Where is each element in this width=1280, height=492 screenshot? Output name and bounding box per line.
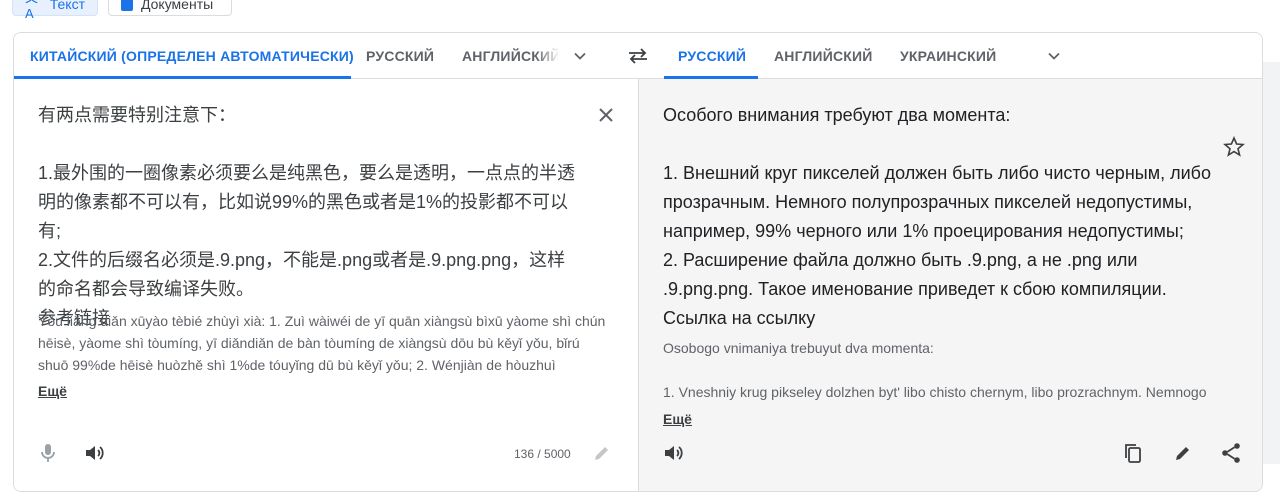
tab-target-russian[interactable]: РУССКИЙ [678, 33, 746, 78]
mode-text-button[interactable]: 文A Текст [12, 0, 98, 21]
character-counter: 136 / 5000 [514, 447, 571, 461]
speaker-icon[interactable] [82, 441, 106, 465]
mode-switcher: 文A Текст Документы [0, 0, 1280, 21]
document-icon [121, 0, 133, 11]
star-icon[interactable] [1222, 135, 1246, 159]
swap-languages-icon[interactable] [626, 46, 650, 66]
clear-text-icon[interactable] [596, 105, 616, 125]
translation-output: Особого внимания требуют два момента: 1.… [663, 105, 1211, 328]
edit-icon[interactable] [1171, 441, 1195, 465]
chevron-down-icon[interactable] [572, 48, 588, 64]
target-transliteration: Osobogo vnimaniya trebuyut dva momenta: … [663, 340, 1207, 400]
target-more-link[interactable]: Ещё [663, 411, 692, 427]
target-pane: Особого внимания требуют два момента: 1.… [638, 79, 1262, 491]
speaker-icon[interactable] [661, 441, 685, 465]
source-transliteration: Yǒu liǎng diǎn xūyào tèbié zhùyì xià: 1.… [38, 313, 606, 373]
translator-card: КИТАЙСКИЙ (ОПРЕДЕЛЕН АВТОМАТИЧЕСКИ) РУСС… [13, 32, 1263, 492]
tab-fade [536, 33, 560, 78]
copy-icon[interactable] [1121, 441, 1145, 465]
mode-docs-button[interactable]: Документы [108, 0, 232, 16]
mode-docs-label: Документы [141, 0, 214, 12]
tab-target-english[interactable]: АНГЛИЙСКИЙ [774, 33, 873, 78]
source-more-link[interactable]: Ещё [38, 383, 67, 399]
chevron-down-icon[interactable] [1046, 48, 1062, 64]
share-icon[interactable] [1219, 441, 1243, 465]
source-text-input[interactable]: 有两点需要特别注意下： 1.最外围的一圈像素必须要么是纯黑色，要么是透明，一点点… [38, 101, 578, 333]
tab-source-russian[interactable]: РУССКИЙ [366, 33, 434, 78]
tab-source-detected[interactable]: КИТАЙСКИЙ (ОПРЕДЕЛЕН АВТОМАТИЧЕСКИ) [30, 33, 354, 78]
pencil-icon [595, 447, 608, 460]
source-pane: 有两点需要特别注意下： 1.最外围的一圈像素必须要么是纯黑色，要么是透明，一点点… [14, 79, 638, 491]
language-bar: КИТАЙСКИЙ (ОПРЕДЕЛЕН АВТОМАТИЧЕСКИ) РУСС… [14, 33, 1262, 79]
mode-text-label: Текст [49, 0, 85, 12]
microphone-icon[interactable] [36, 441, 60, 465]
translate-icon: 文A [25, 0, 38, 21]
page-edge [1263, 62, 1280, 464]
tab-target-ukrainian[interactable]: УКРАИНСКИЙ [900, 33, 996, 78]
